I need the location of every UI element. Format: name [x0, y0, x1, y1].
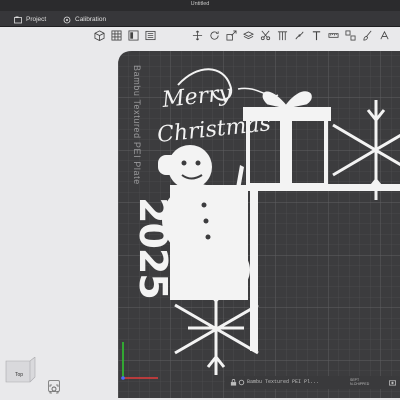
- tab-project[interactable]: Project: [14, 14, 46, 25]
- rotate-icon[interactable]: [209, 30, 220, 41]
- support-icon[interactable]: [277, 30, 288, 41]
- tab-calibration[interactable]: Calibration: [63, 14, 106, 25]
- seam-icon[interactable]: [294, 30, 305, 41]
- plate-icon[interactable]: [145, 30, 156, 41]
- fit-view-icon: [49, 384, 59, 394]
- grid-icon[interactable]: [111, 30, 122, 41]
- brush-icon[interactable]: [362, 30, 373, 41]
- window-title: Untitled: [190, 1, 210, 7]
- plate-label: Bambu Textured PEI Plate: [132, 65, 142, 185]
- camera-icon[interactable]: [389, 379, 396, 386]
- move-icon[interactable]: [192, 30, 203, 41]
- layout-icon[interactable]: [128, 30, 139, 41]
- year-text-label: 2025: [131, 197, 175, 299]
- plate-info-bar: Bambu Textured PEI Pl... SEPT N-CHIPPED: [225, 376, 400, 389]
- object-toolbar: [88, 28, 400, 44]
- cut-icon[interactable]: [260, 30, 271, 41]
- measure-icon[interactable]: [328, 30, 339, 41]
- tab-calibration-label: Calibration: [75, 16, 107, 23]
- tab-bar: Project Calibration: [0, 11, 400, 27]
- project-icon: [14, 16, 22, 23]
- zoom-fit-button[interactable]: [48, 380, 60, 394]
- plate-small-text: SEPT N-CHIPPED: [350, 378, 369, 386]
- settings-icon[interactable]: [238, 379, 245, 386]
- year-text: 2025: [131, 197, 175, 299]
- tab-project-label: Project: [26, 16, 47, 23]
- plate-name-text: Bambu Textured PEI Pl...: [247, 379, 320, 385]
- view-cube[interactable]: [4, 357, 37, 383]
- cube-icon[interactable]: [94, 30, 105, 41]
- scale-icon[interactable]: [226, 30, 237, 41]
- view-label: Top: [15, 372, 24, 378]
- build-plate[interactable]: Bambu Textured PEI Plate Merry Christmas: [118, 45, 400, 398]
- emboss-icon[interactable]: [379, 30, 390, 41]
- plate-small-line-2: N-CHIPPED: [350, 382, 370, 386]
- title-bar: Untitled: [0, 0, 400, 11]
- calibration-icon: [63, 16, 71, 23]
- lock-icon[interactable]: [230, 379, 237, 386]
- assembly-icon[interactable]: [345, 30, 356, 41]
- text-icon[interactable]: [311, 30, 322, 41]
- layers-icon[interactable]: [243, 30, 254, 41]
